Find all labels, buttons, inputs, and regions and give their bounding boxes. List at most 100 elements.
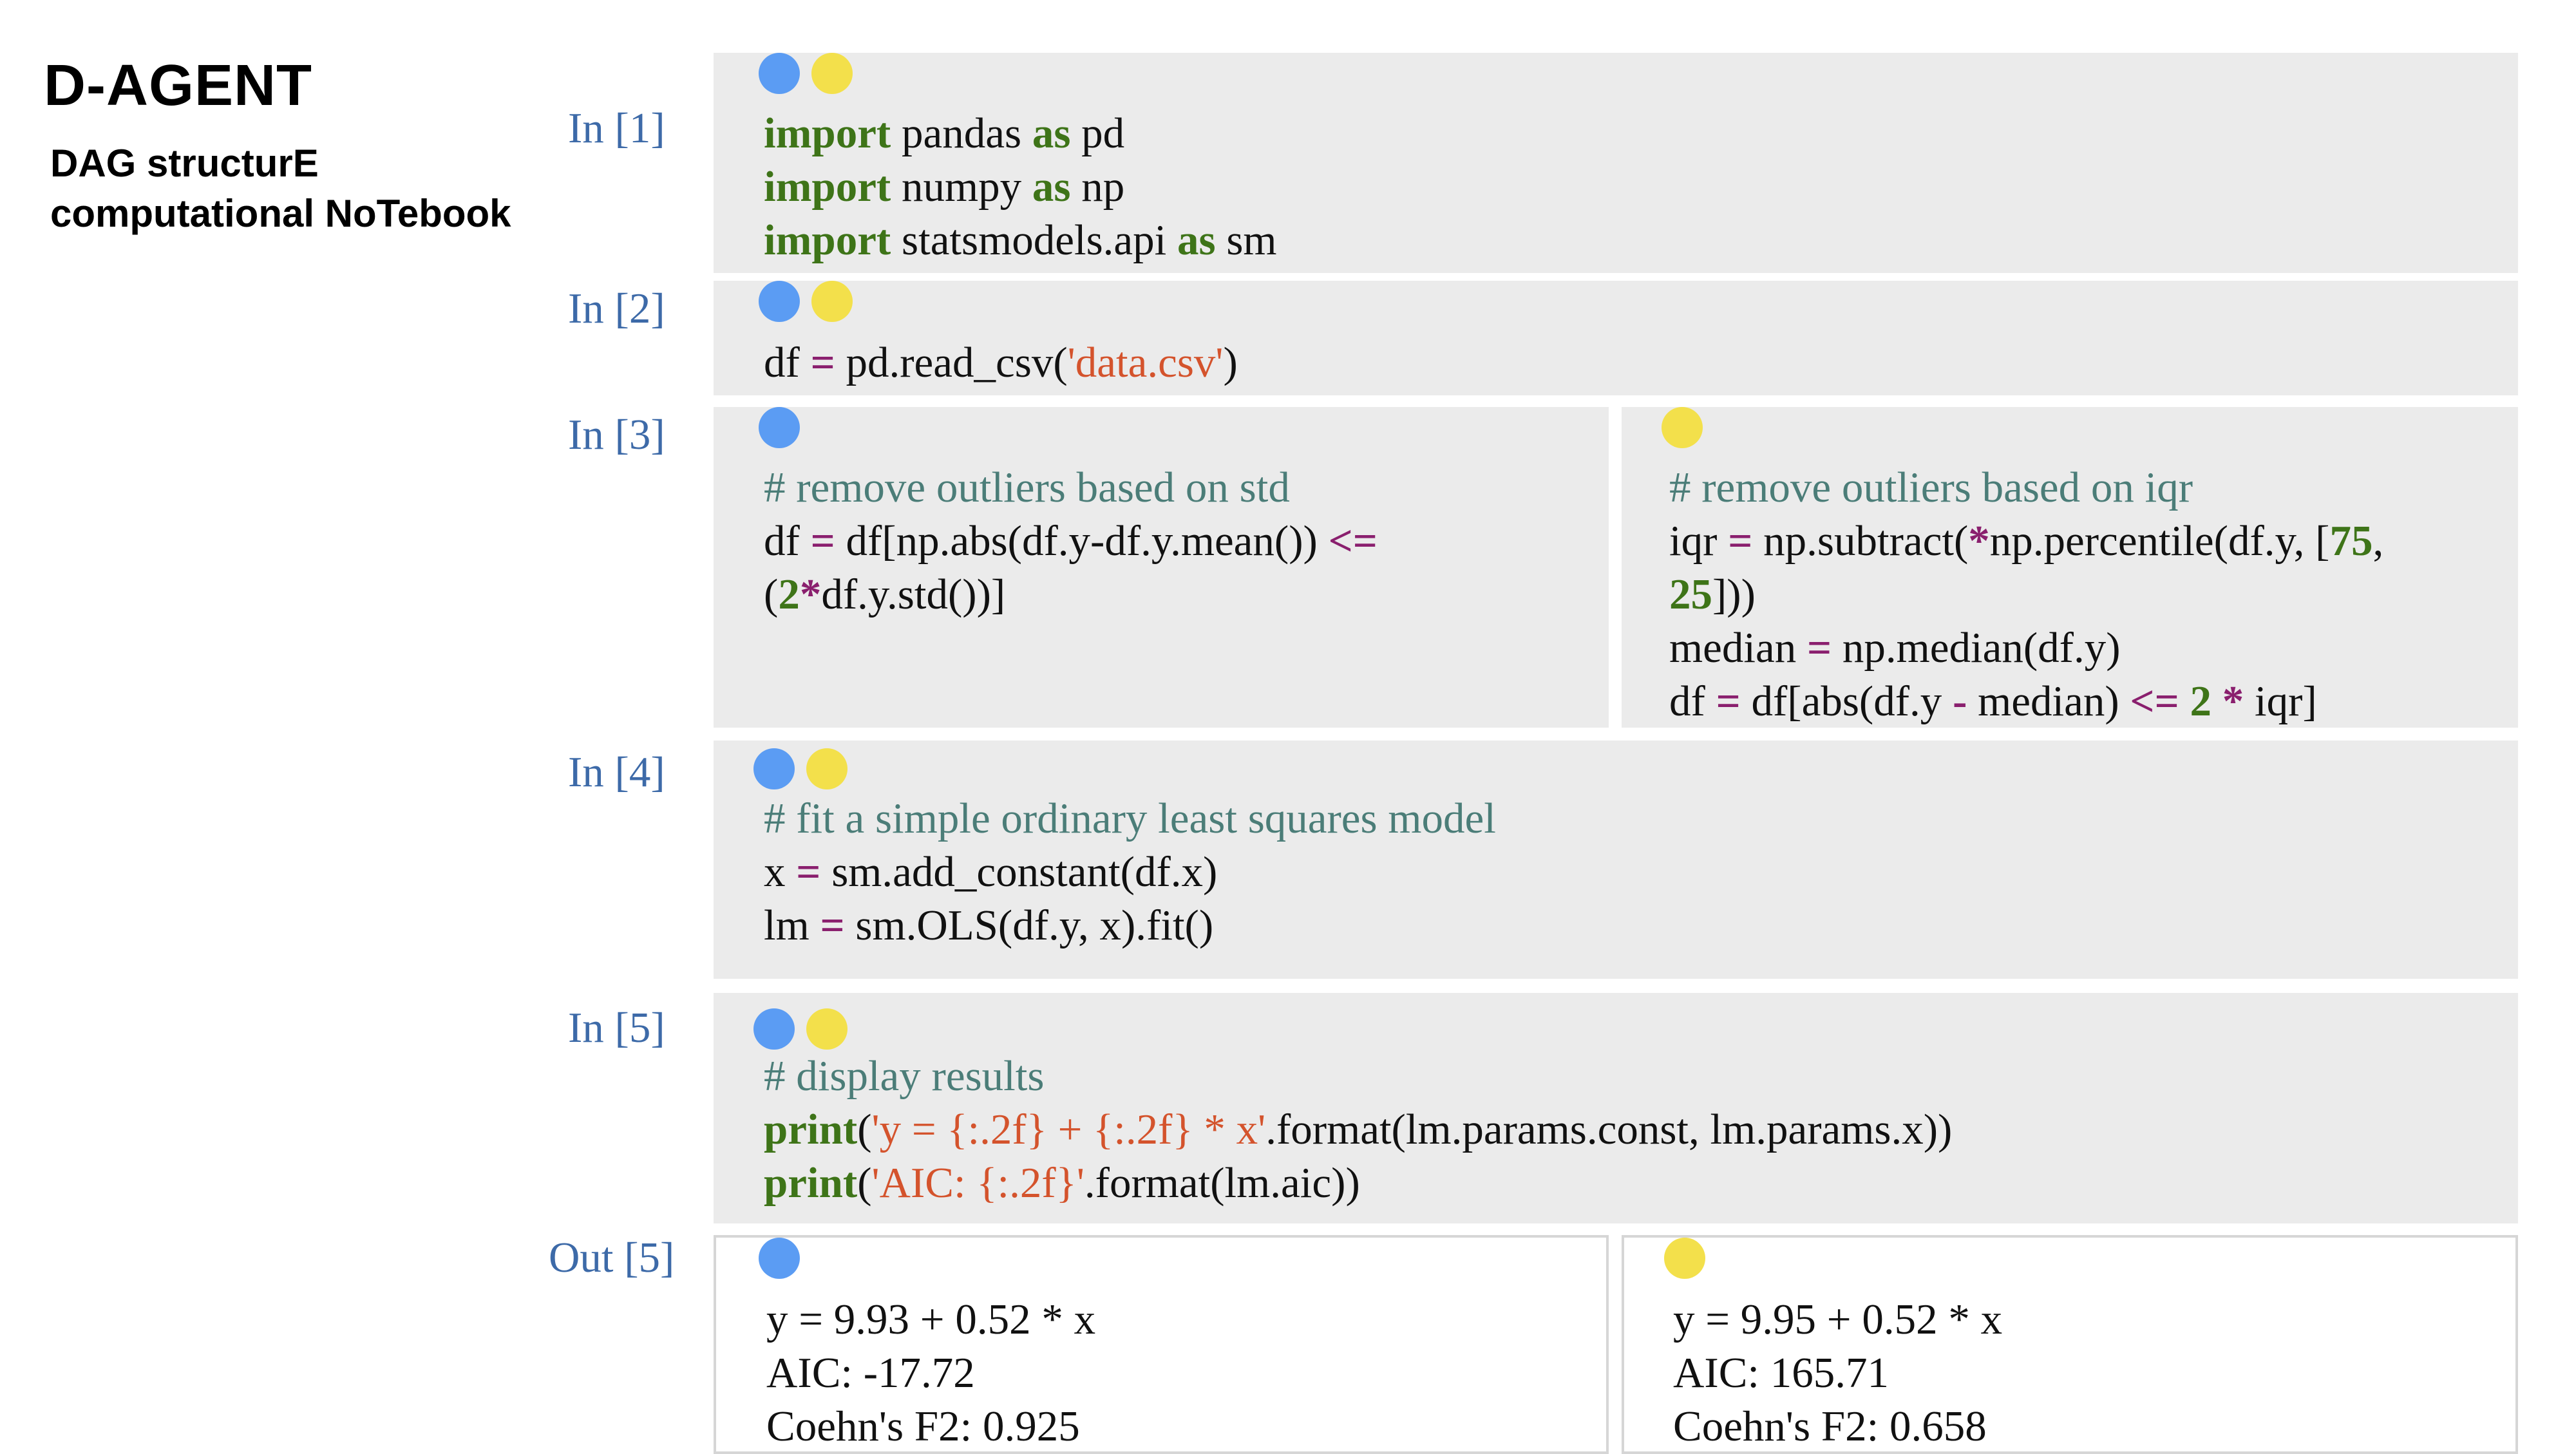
output-text: y = 9.95 + 0.52 * x AIC: 165.71 Coehn's F2… <box>1673 1293 2002 1453</box>
code-token: df[np.abs(df.y-df.y.mean()) <box>835 517 1329 565</box>
code-token: 'y = {:.2f} + {:.2f} * x' <box>871 1106 1266 1153</box>
app-subtitle-line-2: computational NoTebook <box>50 192 511 235</box>
output-text: y = 9.93 + 0.52 * x AIC: -17.72 Coehn's F2… <box>766 1293 1095 1453</box>
code-line: 25])) <box>1669 568 2383 621</box>
code-token: as <box>1032 109 1071 157</box>
code-token: iqr] <box>2244 677 2317 725</box>
code-token: = <box>820 902 845 949</box>
branch-b-marker[interactable] <box>1662 407 1703 448</box>
code-token: x <box>764 848 797 896</box>
code-token: ) <box>1223 339 1238 386</box>
code-block[interactable]: # display results print('y = {:.2f} + {:.… <box>764 1050 1952 1210</box>
code-token: <= <box>1328 517 1378 565</box>
code-token: = <box>1728 517 1753 565</box>
code-token: print <box>764 1159 858 1207</box>
output-line: AIC: -17.72 <box>766 1349 975 1397</box>
code-cell-5[interactable]: # display results print('y = {:.2f} + {:.… <box>714 993 2518 1223</box>
code-token: # fit a simple ordinary least squares mo… <box>764 795 1496 842</box>
output-line: AIC: 165.71 <box>1673 1349 1889 1397</box>
code-token: iqr <box>1669 517 1728 565</box>
code-block[interactable]: df = pd.read_csv('data.csv') <box>764 336 1238 390</box>
code-line: print('y = {:.2f} + {:.2f} * x'.format(l… <box>764 1103 1952 1157</box>
code-block[interactable]: import pandas as pd import numpy as np imp… <box>764 107 1277 267</box>
code-line: import numpy as np <box>764 160 1277 214</box>
output-cell-branch-b[interactable]: y = 9.95 + 0.52 * x AIC: 165.71 Coehn's F2… <box>1622 1235 2518 1454</box>
code-token: = <box>1806 624 1832 672</box>
cell-5-prompt: In [5] <box>568 1004 665 1052</box>
app-title: D-AGENT <box>44 53 312 118</box>
cell-4-prompt: In [4] <box>568 748 665 796</box>
output-cell-branch-a[interactable]: y = 9.93 + 0.52 * x AIC: -17.72 Coehn's F2… <box>714 1235 1609 1454</box>
branch-a-marker[interactable] <box>753 1008 795 1050</box>
output-line: Coehn's F2: 0.658 <box>1673 1402 1987 1450</box>
code-line: iqr = np.subtract(*np.percentile(df.y, [… <box>1669 515 2383 568</box>
app-subtitle-line-1: DAG structurE <box>50 142 319 185</box>
code-token: df.y.std())] <box>821 571 1006 618</box>
branch-b-marker[interactable] <box>1664 1238 1705 1279</box>
code-line: import statsmodels.api as sm <box>764 214 1277 267</box>
branch-a-marker[interactable] <box>759 1238 800 1279</box>
code-token: np.median(df.y) <box>1832 624 2121 672</box>
cell-2-prompt: In [2] <box>568 285 665 332</box>
code-token: ( <box>857 1106 872 1153</box>
code-block[interactable]: # remove outliers based on iqr iqr = np.s… <box>1669 461 2383 728</box>
code-token: # remove outliers based on iqr <box>1669 464 2193 511</box>
code-token: numpy <box>891 163 1032 211</box>
code-line: x = sm.add_constant(df.x) <box>764 845 1496 899</box>
code-token: = <box>810 339 835 386</box>
code-token: <= <box>2130 677 2179 725</box>
branch-a-marker[interactable] <box>759 281 800 322</box>
code-token: # remove outliers based on std <box>764 464 1290 511</box>
code-token: df <box>764 339 811 386</box>
code-line: df = df[abs(df.y - median) <= 2 * iqr] <box>1669 675 2383 728</box>
code-token: ( <box>857 1159 872 1207</box>
code-token: df <box>1669 677 1716 725</box>
code-cell-4[interactable]: # fit a simple ordinary least squares mo… <box>714 741 2518 979</box>
branch-b-marker[interactable] <box>806 748 848 789</box>
code-token: 2 <box>2190 677 2212 725</box>
code-line: # display results <box>764 1050 1952 1103</box>
branch-b-marker[interactable] <box>811 53 853 94</box>
code-token: np.percentile(df.y, [ <box>1989 517 2330 565</box>
output-line: y = 9.95 + 0.52 * x <box>1673 1296 2003 1343</box>
code-token: np.subtract( <box>1752 517 1969 565</box>
code-token: = <box>810 517 835 565</box>
code-token: ( <box>764 571 779 618</box>
code-token: 2 <box>778 571 800 618</box>
code-token: 'data.csv' <box>1067 339 1224 386</box>
code-token: # display results <box>764 1052 1045 1100</box>
code-token: = <box>796 848 821 896</box>
branch-a-marker[interactable] <box>759 53 800 94</box>
branch-a-marker[interactable] <box>753 748 795 789</box>
code-token: .format(lm.aic)) <box>1084 1159 1360 1207</box>
code-block[interactable]: # remove outliers based on std df = df[np… <box>764 461 1378 621</box>
code-cell-3-branch-a[interactable]: # remove outliers based on std df = df[np… <box>714 407 1609 728</box>
code-token: df <box>764 517 811 565</box>
code-token: as <box>1032 163 1071 211</box>
branch-b-marker[interactable] <box>811 281 853 322</box>
code-line: import pandas as pd <box>764 107 1277 160</box>
code-token: median <box>1669 624 1807 672</box>
code-cell-3-branch-b[interactable]: # remove outliers based on iqr iqr = np.s… <box>1622 407 2518 728</box>
code-token: pandas <box>891 109 1032 157</box>
code-block[interactable]: # fit a simple ordinary least squares mo… <box>764 792 1496 952</box>
code-token: as <box>1177 216 1216 264</box>
branch-b-marker[interactable] <box>806 1008 848 1050</box>
code-cell-2[interactable]: df = pd.read_csv('data.csv') <box>714 281 2518 395</box>
code-cell-1[interactable]: import pandas as pd import numpy as np imp… <box>714 53 2518 273</box>
code-line: # fit a simple ordinary least squares mo… <box>764 792 1496 845</box>
code-token: df[abs(df.y <box>1740 677 1953 725</box>
output-line: y = 9.93 + 0.52 * x <box>766 1296 1096 1343</box>
code-token: * <box>2222 677 2244 725</box>
code-token: np <box>1070 163 1125 211</box>
code-token: pd <box>1070 109 1125 157</box>
code-token: print <box>764 1106 858 1153</box>
code-token: , <box>2372 517 2384 565</box>
branch-a-marker[interactable] <box>759 407 800 448</box>
code-line: df = df[np.abs(df.y-df.y.mean()) <= <box>764 515 1378 568</box>
code-token: * <box>799 571 822 618</box>
output-prompt: Out [5] <box>549 1234 675 1281</box>
code-token: 75 <box>2329 517 2373 565</box>
